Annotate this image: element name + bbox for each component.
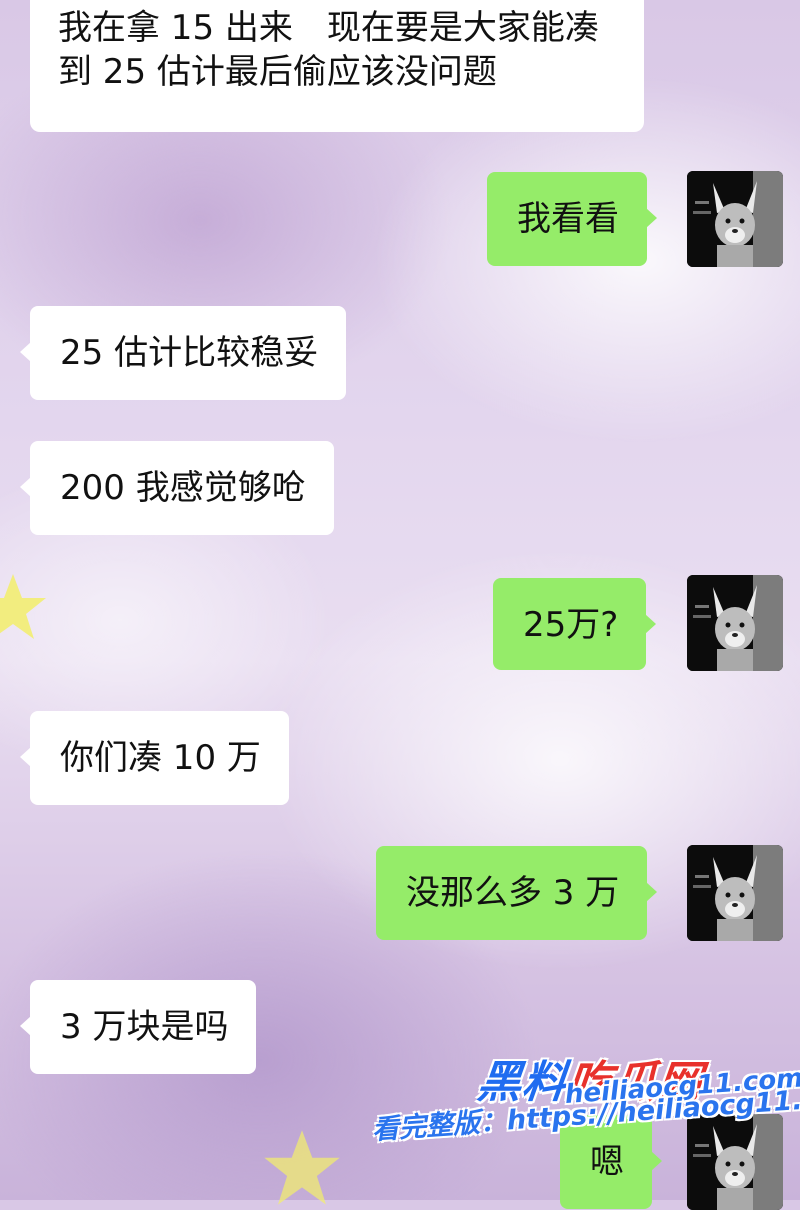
dog-avatar-icon	[687, 845, 783, 941]
message-bubble-incoming[interactable]: 我在拿 15 出来 现在要是大家能凑到 25 估计最后偷应该没问题	[30, 0, 644, 132]
dog-avatar-icon	[687, 1114, 783, 1210]
avatar-self[interactable]	[687, 1114, 783, 1210]
star-decoration-icon	[264, 1130, 340, 1205]
message-bubble-incoming[interactable]: 25 估计比较稳妥	[19, 306, 347, 400]
message-text: 嗯	[590, 1142, 624, 1182]
dog-avatar-icon	[687, 171, 783, 267]
dog-avatar-icon	[687, 575, 783, 671]
avatar-self[interactable]	[687, 171, 783, 267]
message-text: 25 估计比较稳妥	[60, 333, 319, 373]
message-bubble-outgoing[interactable]: 25万?	[493, 578, 657, 670]
avatar-self[interactable]	[687, 575, 783, 671]
message-text: 我在拿 15 出来 现在要是大家能凑到 25 估计最后偷应该没问题	[58, 8, 599, 92]
message-bubble-outgoing[interactable]: 没那么多 3 万	[376, 846, 658, 940]
message-text: 3 万块是吗	[60, 1007, 229, 1047]
message-bubble-outgoing[interactable]: 我看看	[487, 172, 657, 266]
message-text: 没那么多 3 万	[406, 873, 620, 913]
message-text: 你们凑 10 万	[60, 738, 261, 778]
message-bubble-incoming[interactable]: 200 我感觉够呛	[20, 441, 334, 535]
message-bubble-incoming[interactable]: 你们凑 10 万	[20, 711, 289, 805]
avatar-self[interactable]	[687, 845, 783, 941]
star-decoration-icon	[0, 574, 46, 639]
message-text: 25万?	[523, 605, 619, 645]
message-text: 200 我感觉够呛	[60, 468, 306, 508]
chat-area: 我在拿 15 出来 现在要是大家能凑到 25 估计最后偷应该没问题 我看看 25…	[0, 0, 800, 1210]
message-text: 我看看	[517, 199, 619, 239]
message-bubble-incoming[interactable]: 3 万块是吗	[19, 980, 257, 1074]
